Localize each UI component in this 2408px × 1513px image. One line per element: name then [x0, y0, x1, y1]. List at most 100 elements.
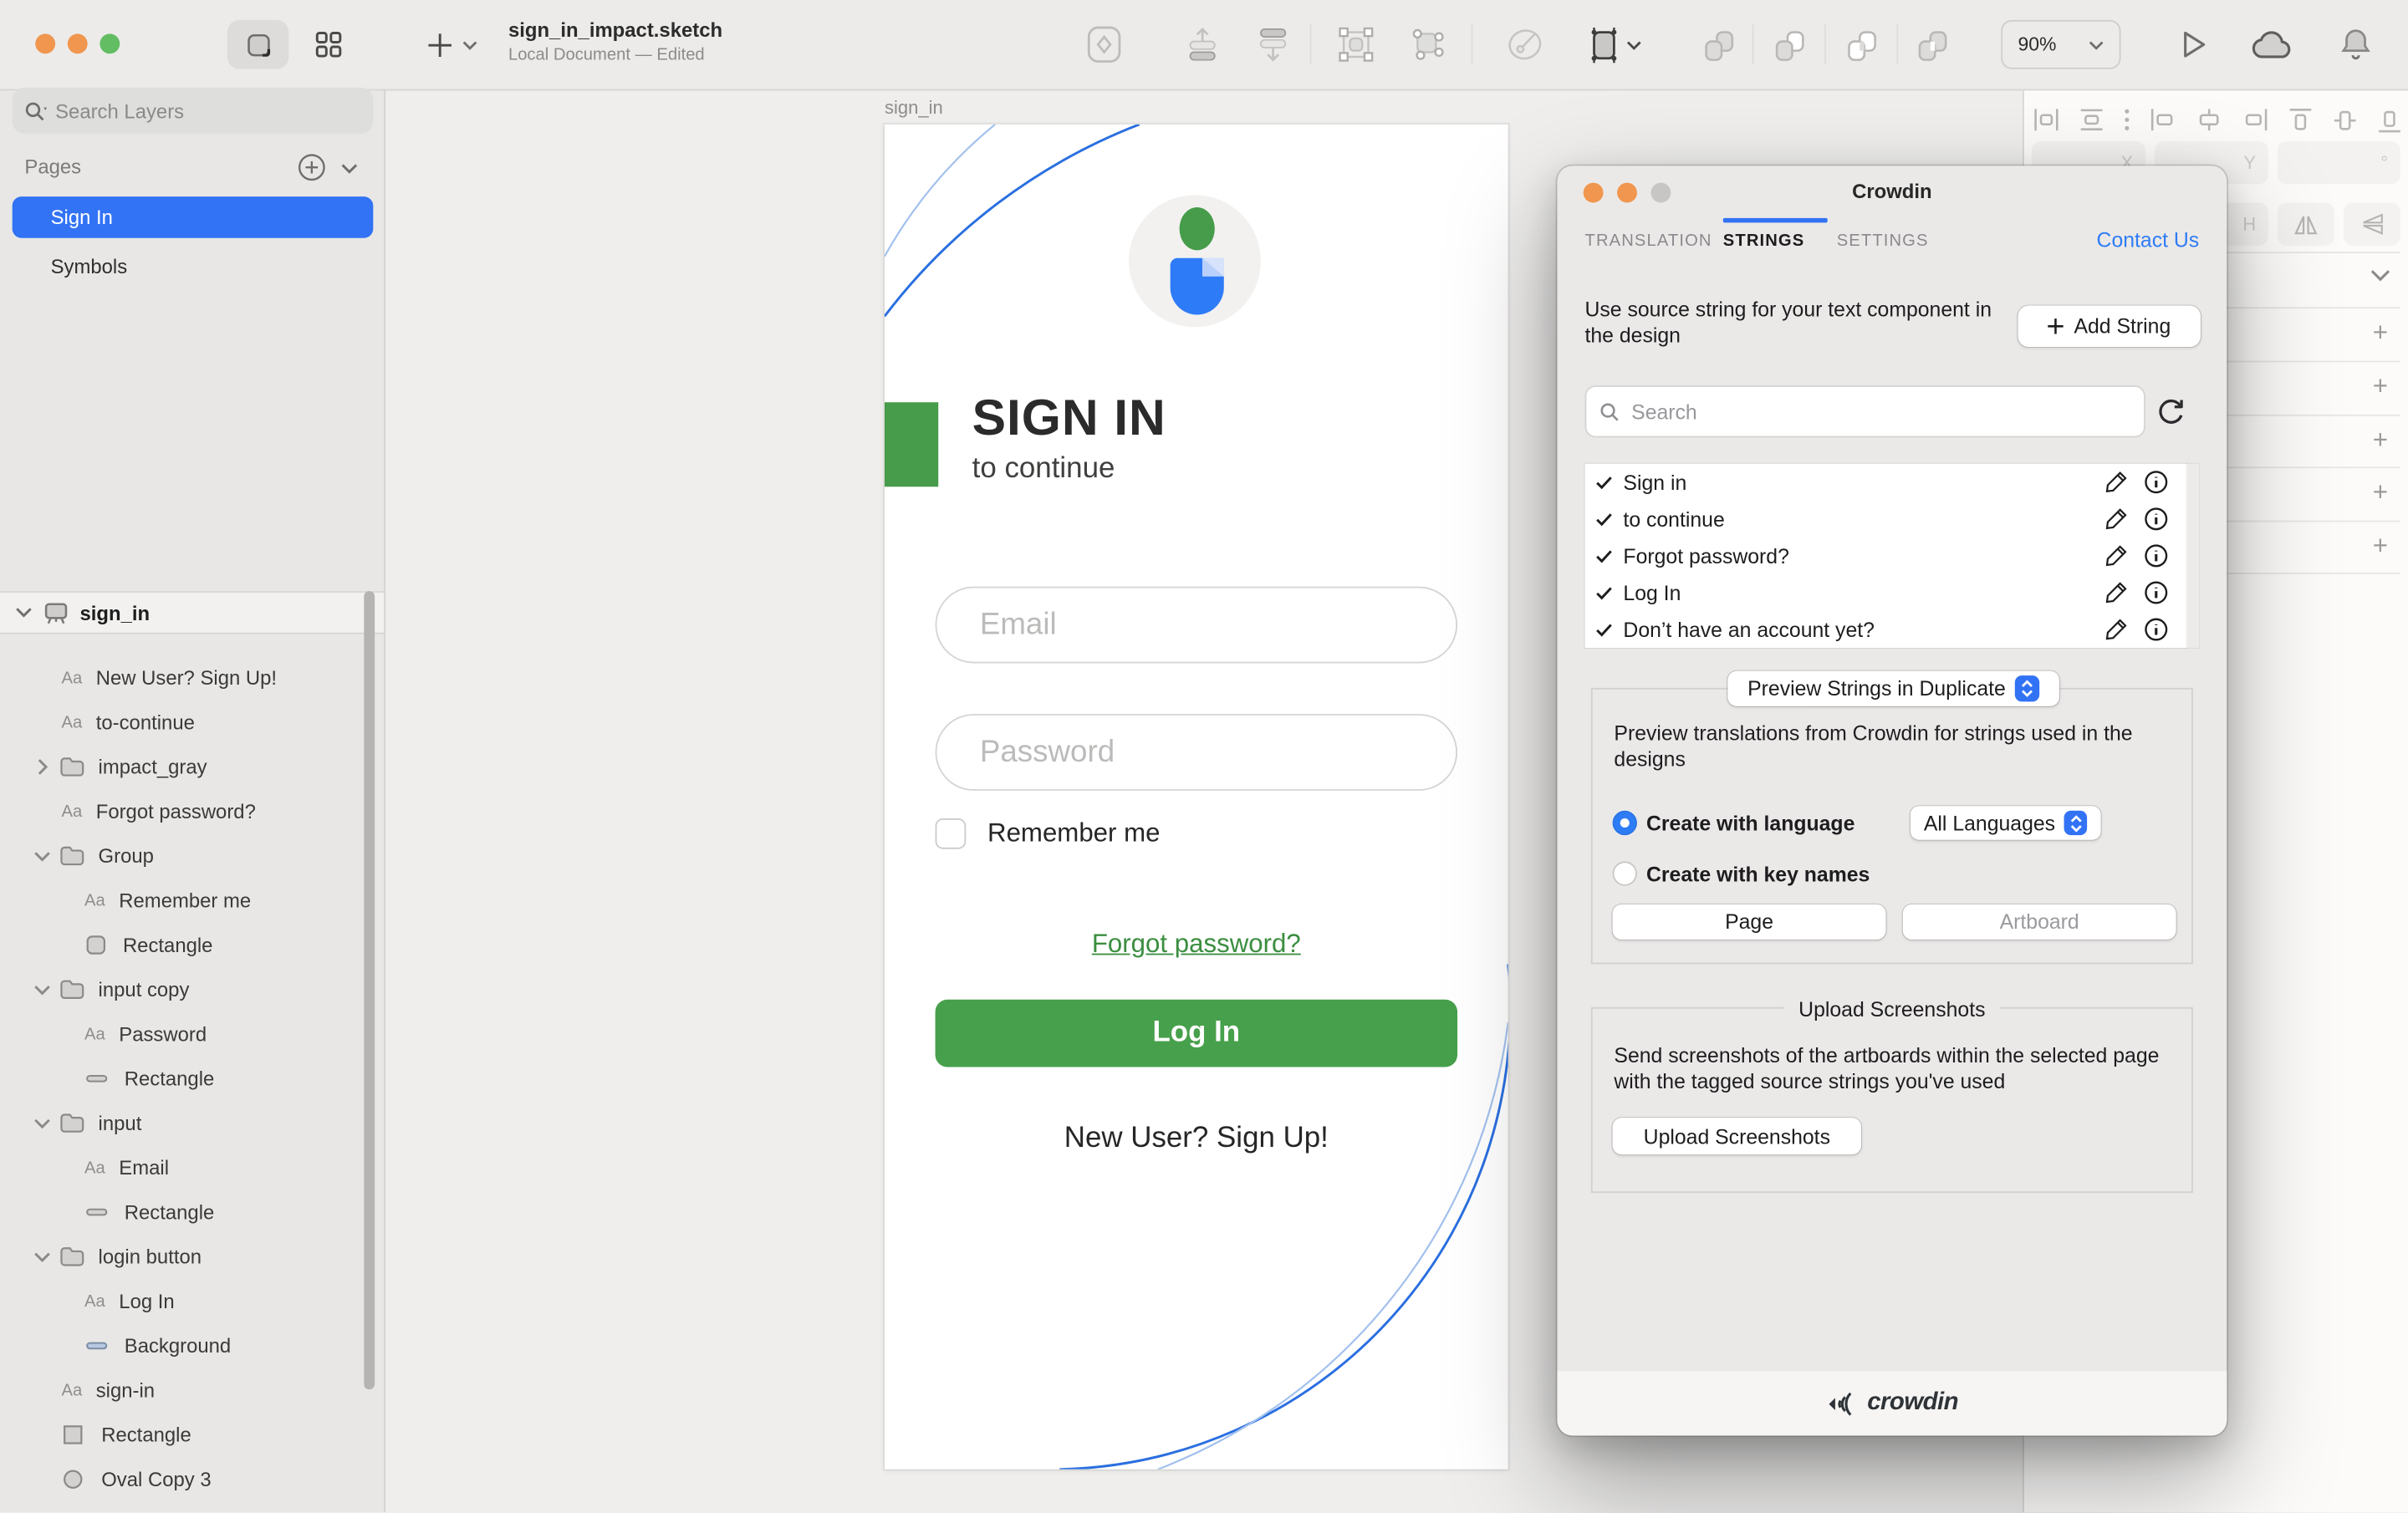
info-icon[interactable] [2144, 543, 2168, 568]
add-style-button[interactable]: + [2368, 428, 2392, 452]
layer-row[interactable]: Aato-continue [0, 700, 362, 745]
edit-shape-button[interactable] [1503, 22, 1546, 68]
sign-in-artboard[interactable]: SIGN IN to continue Remember me Forgot p… [885, 125, 1508, 1470]
layer-row[interactable]: Rectangle [0, 1413, 362, 1457]
align-top-icon[interactable] [2288, 107, 2313, 133]
refresh-icon[interactable] [2156, 396, 2186, 427]
pages-collapse-chevron-icon[interactable] [341, 163, 358, 176]
cloud-sync-button[interactable] [2250, 22, 2293, 68]
preview-play-button[interactable] [2173, 22, 2216, 68]
add-page-button[interactable] [296, 151, 327, 182]
minimize-window-button[interactable] [68, 33, 88, 53]
close-window-button[interactable] [35, 33, 55, 53]
layer-row[interactable]: input [0, 1101, 362, 1145]
canvas-view-toggle[interactable] [227, 20, 288, 69]
tab-translation[interactable]: TRANSLATION [1585, 232, 1712, 250]
flip-horizontal-button[interactable] [2278, 202, 2334, 245]
add-style-button[interactable]: + [2368, 321, 2392, 345]
sidebar-page-sign-in[interactable]: Sign In [13, 196, 374, 238]
flip-vertical-button[interactable] [2344, 202, 2400, 245]
edit-pencil-icon[interactable] [2104, 470, 2128, 494]
layer-row[interactable]: AaRemember me [0, 879, 362, 923]
add-style-button[interactable]: + [2368, 534, 2392, 558]
artboard-button[interactable]: Artboard [1903, 904, 2176, 940]
layer-row[interactable]: AaLog In [0, 1279, 362, 1323]
boolean-union-button[interactable] [1697, 22, 1740, 68]
create-with-key-names-radio[interactable] [1613, 861, 1637, 885]
add-style-button[interactable]: + [2368, 374, 2392, 399]
password-field[interactable] [936, 714, 1457, 791]
layer-row[interactable]: AaForgot password? [0, 789, 362, 833]
edit-pencil-icon[interactable] [2104, 617, 2128, 641]
forgot-password-link[interactable]: Forgot password? [885, 929, 1508, 960]
layer-group-header[interactable]: sign_in [0, 591, 384, 634]
preview-mode-select[interactable]: Preview Strings in Duplicate [1727, 671, 2059, 706]
create-with-language-radio[interactable] [1613, 811, 1637, 835]
layer-row[interactable]: Rectangle [0, 1190, 362, 1234]
layer-row[interactable]: AaPassword [0, 1011, 362, 1056]
string-row[interactable]: Sign in [1585, 464, 2187, 501]
chevron-down-icon[interactable] [31, 1117, 53, 1129]
chevron-right-icon[interactable] [31, 758, 53, 775]
page-button[interactable]: Page [1613, 904, 1886, 940]
more-options-icon[interactable] [2124, 108, 2130, 132]
boolean-intersect-button[interactable] [1839, 22, 1882, 68]
align-bottom-icon[interactable] [2377, 107, 2401, 133]
chevron-down-icon[interactable] [31, 1251, 53, 1263]
layer-row[interactable]: Oval Copy 3 [0, 1457, 362, 1501]
layer-row[interactable]: AaEmail [0, 1145, 362, 1190]
layer-row[interactable]: Background [0, 1323, 362, 1368]
strings-search-field[interactable] [1585, 385, 2145, 437]
send-backward-button[interactable] [1252, 22, 1294, 68]
align-center-horizontal-icon[interactable] [2196, 108, 2222, 132]
align-middle-vertical-icon[interactable] [2333, 107, 2357, 133]
zoom-window-button[interactable] [99, 33, 120, 53]
insert-button[interactable] [418, 22, 461, 68]
align-left-icon[interactable] [2150, 108, 2176, 132]
info-icon[interactable] [2144, 507, 2168, 531]
string-row[interactable]: to continue [1585, 501, 2187, 537]
language-select[interactable]: All Languages [1911, 806, 2101, 839]
sidebar-scrollbar[interactable] [364, 591, 375, 1389]
info-icon[interactable] [2144, 617, 2168, 641]
distribute-vertical-icon[interactable] [2079, 108, 2104, 132]
sidebar-page-symbols[interactable]: Symbols [13, 246, 374, 288]
zoom-level-select[interactable]: 90% [2001, 20, 2120, 69]
tab-settings[interactable]: SETTINGS [1837, 232, 1929, 250]
artboard-title-label[interactable]: sign_in [885, 97, 943, 119]
info-icon[interactable] [2144, 580, 2168, 604]
layer-row[interactable]: Rectangle [0, 923, 362, 967]
bring-forward-button[interactable] [1181, 22, 1223, 68]
layer-row[interactable]: Rectangle [0, 1057, 362, 1101]
boolean-subtract-button[interactable] [1768, 22, 1810, 68]
strings-search-input[interactable] [1628, 399, 2130, 425]
string-row[interactable]: Forgot password? [1585, 537, 2187, 574]
grid-view-toggle[interactable] [301, 20, 356, 69]
resize-button[interactable] [1584, 22, 1626, 68]
edit-pencil-icon[interactable] [2104, 580, 2128, 604]
section-collapse-chevron-icon[interactable] [2370, 268, 2391, 283]
tab-strings[interactable]: STRINGS [1723, 232, 1805, 250]
search-layers-field[interactable]: Search Layers [13, 88, 374, 134]
upload-screenshots-button[interactable]: Upload Screenshots [1613, 1118, 1862, 1154]
layer-row[interactable]: AaNew User? Sign Up! [0, 655, 362, 700]
contact-us-link[interactable]: Contact Us [2097, 229, 2200, 252]
add-string-button[interactable]: Add String [2018, 306, 2201, 348]
boolean-difference-button[interactable] [1911, 22, 1953, 68]
remember-me-checkbox[interactable] [936, 818, 967, 849]
align-right-icon[interactable] [2242, 108, 2268, 132]
chevron-down-icon[interactable] [31, 850, 53, 863]
sign-up-text[interactable]: New User? Sign Up! [885, 1123, 1508, 1156]
email-field[interactable] [936, 587, 1457, 664]
layer-row[interactable]: impact_gray [0, 745, 362, 789]
resize-chevron-icon[interactable] [1623, 22, 1645, 68]
notifications-bell-button[interactable] [2334, 22, 2377, 68]
layer-row[interactable]: login button [0, 1235, 362, 1279]
group-button[interactable] [1334, 22, 1377, 68]
list-scrollbar[interactable] [2187, 464, 2200, 648]
layer-row[interactable]: input copy [0, 967, 362, 1011]
ungroup-button[interactable] [1406, 22, 1449, 68]
add-style-button[interactable]: + [2368, 481, 2392, 505]
rotation-field[interactable]: ° [2278, 141, 2400, 184]
distribute-horizontal-icon[interactable] [2033, 108, 2059, 132]
